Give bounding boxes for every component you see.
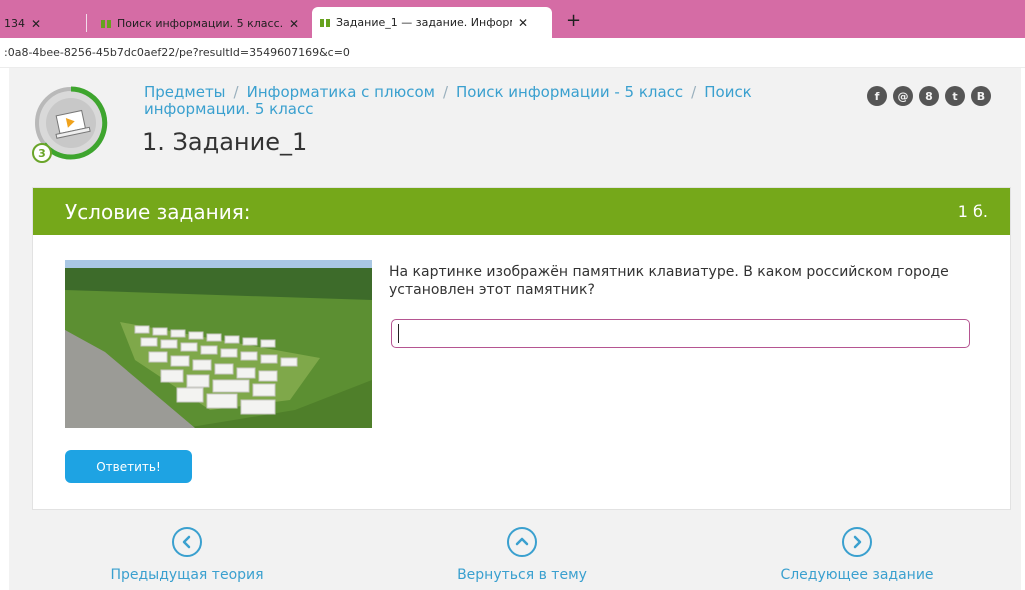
breadcrumb-subjects[interactable]: Предметы	[144, 83, 226, 101]
nav-previous-label: Предыдущая теория	[110, 567, 264, 583]
nav-next-label: Следующее задание	[780, 567, 934, 583]
breadcrumb-topic[interactable]: Поиск информации - 5 класс	[456, 83, 683, 101]
breadcrumb-separator: /	[442, 83, 448, 101]
vkontakte-icon[interactable]: B	[971, 86, 991, 106]
mail-icon[interactable]: @	[893, 86, 913, 106]
nav-next-task[interactable]: Следующее задание	[727, 527, 987, 583]
close-icon[interactable]: ✕	[31, 17, 41, 31]
social-links: f @ 8 t B	[867, 86, 991, 106]
text-cursor	[398, 324, 399, 343]
twitter-icon[interactable]: t	[945, 86, 965, 106]
page-content: 3 Предметы / Информатика с плюсом / Поиск ин…	[9, 68, 1021, 590]
answer-input[interactable]	[391, 319, 970, 348]
close-icon[interactable]: ✕	[289, 17, 299, 31]
facebook-icon[interactable]: f	[867, 86, 887, 106]
breadcrumb: Предметы / Информатика с плюсом / Поиск инфо…	[144, 84, 804, 118]
close-icon[interactable]: ✕	[518, 16, 528, 30]
nav-back-to-topic[interactable]: Вернуться в тему	[392, 527, 652, 583]
browser-tab-2[interactable]: Поиск информации. 5 класс. Ин ✕	[95, 9, 308, 38]
browser-tab-1[interactable]: 134 ✕	[0, 9, 82, 38]
page-title: 1. Задание_1	[142, 128, 308, 156]
browser-tabbar: 134 ✕ Поиск информации. 5 класс. Ин ✕ За…	[0, 0, 1025, 38]
favicon-icon	[320, 18, 330, 27]
level-badge: 3	[32, 143, 52, 163]
tab-title: Поиск информации. 5 класс. Ин	[117, 17, 283, 30]
browser-tab-active[interactable]: Задание_1 — задание. Информ ✕	[312, 7, 552, 38]
task-header: Условие задания: 1 б.	[33, 188, 1010, 235]
tab-title: 134	[4, 17, 25, 30]
chevron-right-icon	[842, 527, 872, 557]
address-bar[interactable]: :0a8-4bee-8256-45b7dc0aef22/pe?resultId=…	[0, 38, 1025, 68]
breadcrumb-course[interactable]: Информатика с плюсом	[247, 83, 435, 101]
tab-divider	[86, 14, 87, 32]
submit-answer-button[interactable]: Ответить!	[65, 450, 192, 483]
chevron-up-icon	[507, 527, 537, 557]
nav-up-label: Вернуться в тему	[457, 567, 587, 583]
chevron-left-icon	[172, 527, 202, 557]
keyboard-monument-image	[65, 260, 372, 428]
new-tab-icon[interactable]: +	[566, 12, 581, 30]
task-card: Условие задания: 1 б. На картинке изобра…	[32, 187, 1011, 510]
breadcrumb-separator: /	[233, 83, 239, 101]
condition-label: Условие задания:	[65, 200, 251, 224]
tab-title: Задание_1 — задание. Информ	[336, 16, 512, 29]
odnoklassniki-icon[interactable]: 8	[919, 86, 939, 106]
nav-previous-theory[interactable]: Предыдущая теория	[57, 527, 317, 583]
url-text[interactable]: :0a8-4bee-8256-45b7dc0aef22/pe?resultId=…	[4, 46, 350, 59]
question-text: На картинке изображён памятник клавиатур…	[389, 264, 949, 298]
breadcrumb-separator: /	[691, 83, 697, 101]
points-badge: 1 б.	[957, 202, 988, 221]
favicon-icon	[101, 19, 111, 28]
